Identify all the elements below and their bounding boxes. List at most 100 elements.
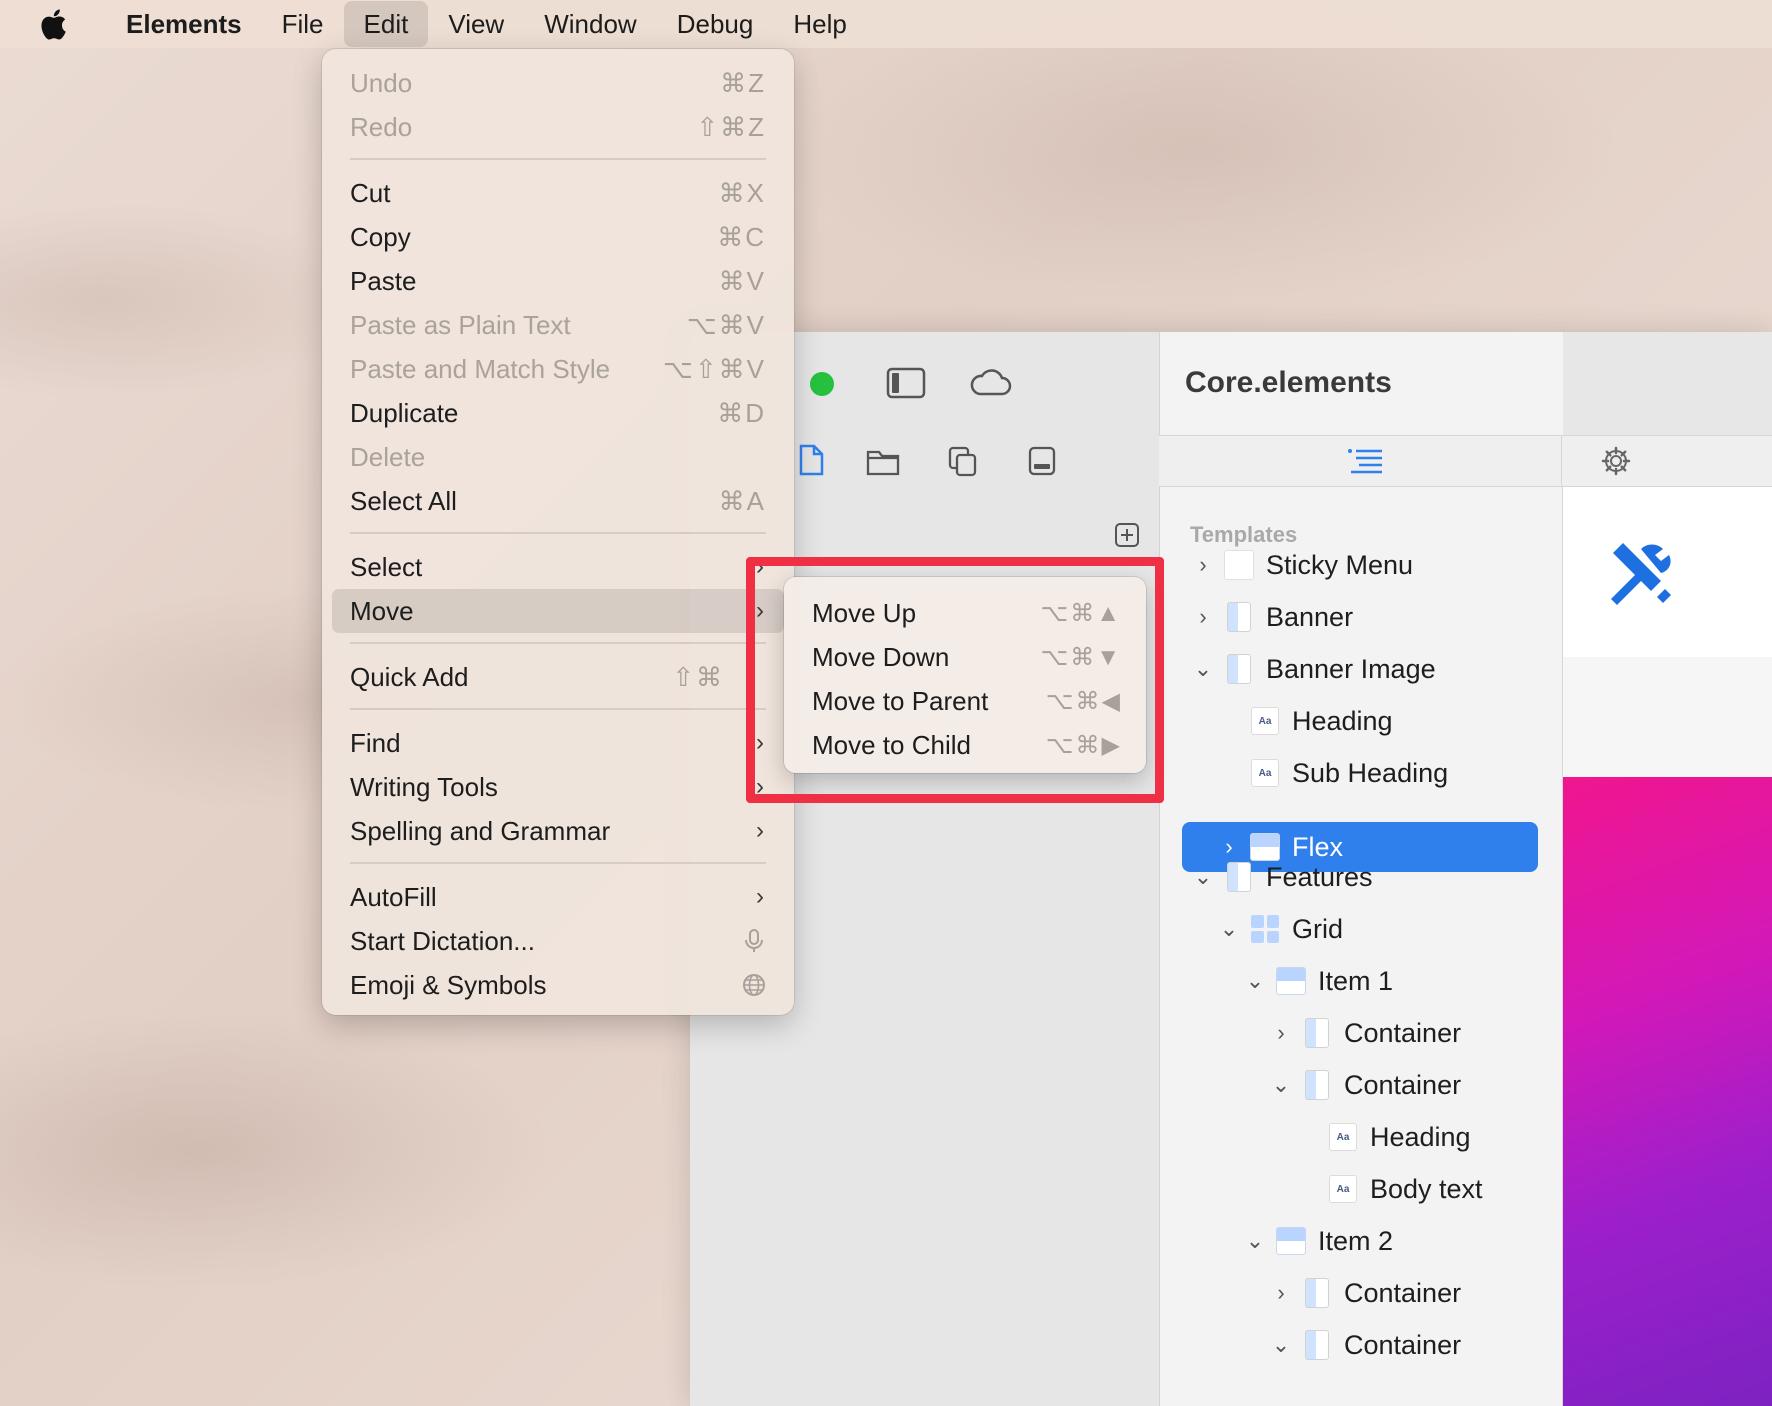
collapse-chevron-icon[interactable]: ⌄ xyxy=(1216,916,1242,942)
tree-item-item-2[interactable]: ⌄ Item 2 xyxy=(1242,1216,1530,1266)
menu-item-label: Paste xyxy=(350,265,417,296)
menu-item-select[interactable]: Select › xyxy=(332,545,784,589)
tree-item-label: Container xyxy=(1344,1069,1462,1100)
menu-item-undo[interactable]: Undo ⌘Z xyxy=(332,61,784,105)
block-icon xyxy=(1302,1070,1332,1100)
tree-item-label: Item 1 xyxy=(1318,965,1394,996)
menu-file[interactable]: File xyxy=(262,0,344,48)
menu-item-find[interactable]: Find › xyxy=(332,721,784,765)
collapse-chevron-icon[interactable]: ⌄ xyxy=(1190,864,1216,890)
menu-item-label: Spelling and Grammar xyxy=(350,815,611,846)
menu-item-label: Paste as Plain Text xyxy=(350,309,571,340)
menu-item-shortcut: ⇧⌘ xyxy=(672,661,724,692)
menu-separator xyxy=(350,158,766,160)
zoom-window-button[interactable] xyxy=(810,372,834,396)
tree-item-label: Container xyxy=(1344,1017,1462,1048)
menu-item-shortcut: ⌘X xyxy=(718,177,766,208)
menu-item-paste-plain-text[interactable]: Paste as Plain Text ⌥⌘V xyxy=(332,303,784,347)
menu-edit[interactable]: Edit xyxy=(343,1,429,47)
menu-item-label: Writing Tools xyxy=(350,771,498,802)
tree-item-label: Container xyxy=(1344,1329,1462,1360)
expand-chevron-icon[interactable]: › xyxy=(1268,1020,1294,1046)
menu-item-redo[interactable]: Redo ⇧⌘Z xyxy=(332,105,784,149)
tree-item-item-1[interactable]: ⌄ Item 1 xyxy=(1242,956,1530,1006)
row-icon xyxy=(1276,966,1306,996)
tools-icon xyxy=(1611,543,1671,605)
block-icon xyxy=(1224,602,1254,632)
expand-chevron-icon[interactable]: › xyxy=(1268,1280,1294,1306)
tree-item-heading[interactable]: Aa Heading xyxy=(1294,1112,1530,1162)
text-icon: Aa xyxy=(1250,706,1280,736)
menu-debug[interactable]: Debug xyxy=(657,0,774,48)
menu-item-select-all[interactable]: Select All ⌘A xyxy=(332,479,784,523)
apple-logo-icon[interactable] xyxy=(38,7,68,41)
expand-chevron-icon[interactable]: › xyxy=(1190,552,1216,578)
menu-help[interactable]: Help xyxy=(773,0,866,48)
menu-item-copy[interactable]: Copy ⌘C xyxy=(332,215,784,259)
tree-item-container[interactable]: › Container xyxy=(1268,1268,1530,1318)
menu-block-icon xyxy=(1224,550,1254,580)
add-page-icon[interactable] xyxy=(1114,522,1140,548)
menu-item-paste[interactable]: Paste ⌘V xyxy=(332,259,784,303)
tree-item-container[interactable]: › Container xyxy=(1268,1008,1530,1058)
menu-item-paste-match-style[interactable]: Paste and Match Style ⌥⇧⌘V xyxy=(332,347,784,391)
copy-pages-icon[interactable] xyxy=(948,446,978,478)
menu-separator xyxy=(350,862,766,864)
menu-item-duplicate[interactable]: Duplicate ⌘D xyxy=(332,391,784,435)
tree-item-banner[interactable]: › Banner xyxy=(1190,592,1530,642)
tree-item-sticky-menu[interactable]: › Sticky Menu xyxy=(1190,540,1530,590)
menu-view[interactable]: View xyxy=(428,0,524,48)
tree-item-sub-heading[interactable]: Aa Sub Heading xyxy=(1216,748,1530,798)
menu-app-name[interactable]: Elements xyxy=(106,0,262,48)
tree-item-container[interactable]: ⌄ Container xyxy=(1268,1320,1530,1370)
folder-icon[interactable] xyxy=(866,448,900,476)
sidebar-toggle-icon[interactable] xyxy=(886,366,926,400)
menu-separator xyxy=(350,708,766,710)
tree-item-grid[interactable]: ⌄ Grid xyxy=(1216,904,1530,954)
collapse-chevron-icon[interactable]: ⌄ xyxy=(1242,1228,1268,1254)
menu-item-emoji-symbols[interactable]: Emoji & Symbols xyxy=(332,963,784,1007)
tree-item-label: Sub Heading xyxy=(1292,757,1449,788)
tree-item-features[interactable]: ⌄ Features xyxy=(1190,852,1530,902)
app-window: Core.elements Templates › Sticky Menu › … xyxy=(690,332,1772,1406)
block-icon xyxy=(1302,1018,1332,1048)
tree-item-label: Banner Image xyxy=(1266,653,1436,684)
document-icon[interactable] xyxy=(798,444,824,476)
grid-icon xyxy=(1250,914,1280,944)
menu-item-label: Cut xyxy=(350,177,391,208)
menu-item-spelling-grammar[interactable]: Spelling and Grammar › xyxy=(332,809,784,853)
menu-item-writing-tools[interactable]: Writing Tools › xyxy=(332,765,784,809)
preview-gradient xyxy=(1563,777,1772,1406)
menu-item-label: AutoFill xyxy=(350,881,437,912)
expand-chevron-icon[interactable]: › xyxy=(1190,604,1216,630)
menu-item-autofill[interactable]: AutoFill › xyxy=(332,875,784,919)
collapse-chevron-icon[interactable]: ⌄ xyxy=(1242,968,1268,994)
outline-list-icon[interactable] xyxy=(1347,448,1383,474)
collapse-chevron-icon[interactable]: ⌄ xyxy=(1268,1332,1294,1358)
block-icon xyxy=(1224,862,1254,892)
menu-item-delete[interactable]: Delete xyxy=(332,435,784,479)
menu-item-cut[interactable]: Cut ⌘X xyxy=(332,171,784,215)
collapse-chevron-icon[interactable]: ⌄ xyxy=(1268,1072,1294,1098)
menu-item-label: Delete xyxy=(350,441,426,472)
text-icon: Aa xyxy=(1328,1174,1358,1204)
menu-item-label: Quick Add xyxy=(350,661,469,692)
collapse-chevron-icon[interactable]: ⌄ xyxy=(1190,656,1216,682)
menu-item-shortcut: ⌘V xyxy=(718,265,766,296)
menu-item-shortcut: ⌘Z xyxy=(720,67,766,98)
tree-item-container[interactable]: ⌄ Container xyxy=(1268,1060,1530,1110)
cloud-icon[interactable] xyxy=(968,368,1012,398)
tree-item-heading[interactable]: Aa Heading xyxy=(1216,696,1530,746)
tree-item-banner-image[interactable]: ⌄ Banner Image xyxy=(1190,644,1530,694)
menu-item-quick-add[interactable]: Quick Add ⇧⌘ xyxy=(332,655,784,699)
edit-menu: Undo ⌘Z Redo ⇧⌘Z Cut ⌘X Copy ⌘C Paste ⌘V… xyxy=(322,49,794,1015)
menu-item-shortcut: ⌘A xyxy=(718,485,766,516)
menu-item-label: Copy xyxy=(350,221,411,252)
annotation-highlight-box xyxy=(746,557,1164,803)
settings-gear-icon[interactable] xyxy=(1601,446,1631,476)
component-icon[interactable] xyxy=(1028,446,1056,476)
tree-item-body-text[interactable]: Aa Body text xyxy=(1294,1164,1530,1214)
menu-item-move[interactable]: Move › xyxy=(332,589,784,633)
menu-window[interactable]: Window xyxy=(524,0,656,48)
menu-item-start-dictation[interactable]: Start Dictation... xyxy=(332,919,784,963)
